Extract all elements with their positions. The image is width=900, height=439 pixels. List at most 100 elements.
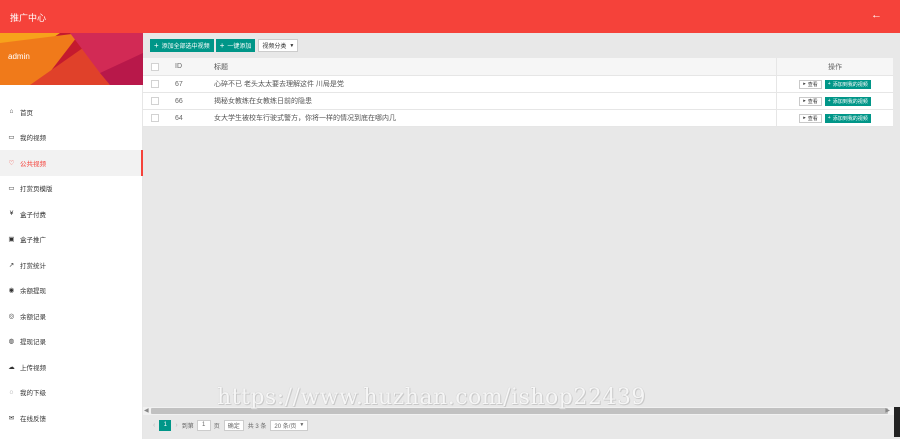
play-icon: ▸ [803, 98, 806, 104]
category-select-label: 视频分类 [262, 44, 287, 50]
view-label: 查看 [807, 115, 818, 122]
sidebar-item-label: 提现记录 [20, 339, 46, 347]
add-selected-button[interactable]: + 添加全部选中视频 [150, 39, 214, 52]
row-checkbox[interactable] [151, 80, 159, 88]
toolbar: + 添加全部选中视频 + 一键添加 视频分类 ▼ [150, 39, 299, 52]
add-selected-label: 添加全部选中视频 [161, 44, 210, 50]
select-all-checkbox[interactable] [151, 62, 159, 71]
sidebar-item-label: 打赏统计 [20, 262, 46, 270]
scroll-left-icon[interactable]: ◀ [144, 407, 149, 414]
sidebar-item[interactable]: ▣ 盒子推广 [0, 227, 142, 253]
sidebar-item[interactable]: ▭ 我的视频 [0, 125, 142, 151]
table-header: ID 标题 操作 [143, 58, 893, 76]
home-icon: ⌂ [9, 108, 14, 116]
sidebar-item[interactable]: ✉ 在线反馈 [0, 405, 142, 431]
record-icon: ◎ [8, 312, 15, 320]
header-ops: 操作 [776, 58, 893, 75]
add-to-my-videos-button[interactable]: + 添加到我的视频 [824, 79, 871, 89]
plus-icon: + [827, 81, 831, 87]
username: admin [8, 52, 30, 61]
goto-label: 到第 [181, 423, 194, 430]
add-label: 添加到我的视频 [832, 115, 868, 122]
video-table: ID 标题 操作 67 心碎不已 老头太太要去理解这件 川局是党 ▸ 查看 + 添加到我的… [143, 58, 893, 127]
sidebar-item[interactable]: ↗ 打赏统计 [0, 252, 142, 278]
main-content: + 添加全部选中视频 + 一键添加 视频分类 ▼ ID 标题 操作 67 心碎不已… [143, 33, 900, 439]
sidebar: admin ⌂ 首页 ▭ 我的视频 ♡ 公共视频 ▭ 打赏页模版 ¥ 盒子付费 ▣ 盒子推广 ↗ 打赏统计… [0, 33, 143, 439]
next-page-icon[interactable]: › [175, 422, 177, 429]
vertical-scrollbar[interactable] [894, 407, 900, 437]
sidebar-item[interactable]: ☁ 上传视频 [0, 354, 142, 380]
sidebar-item[interactable]: ¥ 盒子付费 [0, 201, 142, 227]
play-icon: ▸ [803, 115, 806, 121]
fee-icon: ¥ [9, 210, 14, 218]
sidebar-item[interactable]: ◌ 我的下级 [0, 380, 142, 406]
sidebar-item-label: 上传视频 [20, 364, 46, 372]
current-page[interactable]: 1 [159, 419, 172, 431]
one-click-add-label: 一键添加 [227, 44, 252, 50]
sidebar-item[interactable]: ◉ 余额提现 [0, 278, 142, 304]
sidebar-item-label: 打赏页模版 [20, 186, 53, 194]
sidebar-item-label: 我的下级 [20, 390, 46, 398]
one-click-add-button[interactable]: + 一键添加 [215, 39, 256, 52]
view-button[interactable]: ▸ 查看 [799, 79, 822, 89]
plus-icon: + [154, 41, 159, 50]
category-select[interactable]: 视频分类 ▼ [258, 39, 299, 52]
add-label: 添加到我的视频 [832, 81, 868, 88]
sidebar-item[interactable]: ◎ 余额记录 [0, 303, 142, 329]
caret-down-icon: ▼ [289, 42, 295, 49]
row-title: 心碎不已 老头太太要去理解这件 川局是党 [214, 81, 344, 88]
play-icon: ▸ [803, 81, 806, 87]
sidebar-menu: ⌂ 首页 ▭ 我的视频 ♡ 公共视频 ▭ 打赏页模版 ¥ 盒子付费 ▣ 盒子推广 ↗ 打赏统计 ◉ 余额提现 ◎… [0, 99, 143, 431]
upload-icon: ☁ [8, 363, 15, 371]
caret-down-icon: ▼ [299, 422, 305, 428]
sidebar-item[interactable]: ♡ 公共视频 [0, 150, 143, 176]
page-size-label: 20 条/页 [274, 423, 297, 430]
pagination: ‹ 1 › 到第 1 页 确定 共 3 条 20 条/页 ▼ [149, 419, 309, 431]
sidebar-item-label: 公共视频 [20, 160, 46, 168]
view-label: 查看 [807, 81, 818, 88]
add-to-my-videos-button[interactable]: + 添加到我的视频 [824, 113, 871, 123]
watermark: https://www.huzhan.com/ishop22439 [217, 385, 646, 410]
template-icon: ▭ [8, 185, 15, 193]
table-row: 66 揭秘女教练在女教练日前的隐患 ▸ 查看 + 添加到我的视频 [143, 93, 893, 110]
sidebar-item-label: 首页 [20, 109, 33, 117]
heart-icon: ♡ [8, 159, 15, 167]
user-banner: admin [0, 33, 143, 85]
row-checkbox[interactable] [151, 97, 159, 105]
stats-icon: ↗ [8, 261, 15, 269]
sidebar-item-label: 盒子付费 [20, 211, 46, 219]
prev-page-icon[interactable]: ‹ [153, 422, 155, 429]
video-icon: ▭ [8, 134, 15, 142]
page-size-select[interactable]: 20 条/页 ▼ [270, 419, 309, 431]
plus-icon: + [827, 98, 831, 104]
sidebar-item-label: 余额提现 [20, 288, 46, 296]
plus-icon: + [827, 115, 831, 121]
withdraw-icon: ◉ [8, 287, 15, 295]
view-button[interactable]: ▸ 查看 [799, 113, 822, 123]
row-checkbox[interactable] [151, 114, 159, 122]
sidebar-item-label: 在线反馈 [20, 415, 46, 423]
header-id: ID [175, 63, 182, 70]
row-title: 女大学生被校车行驶式警方，你将一样的情况到底在哪内几 [214, 115, 396, 122]
table-row: 67 心碎不已 老头太太要去理解这件 川局是党 ▸ 查看 + 添加到我的视频 [143, 76, 893, 93]
sidebar-item-label: 我的视频 [20, 135, 46, 143]
scroll-right-icon[interactable]: ▶ [885, 407, 890, 414]
page-unit: 页 [213, 423, 220, 430]
header-title: 标题 [214, 63, 228, 71]
view-label: 查看 [807, 98, 818, 105]
history-icon: ◍ [8, 338, 15, 346]
sidebar-item[interactable]: ⌂ 首页 [0, 99, 142, 125]
page-title: 推广中心 [10, 13, 47, 23]
row-id: 66 [175, 97, 183, 105]
promo-icon: ▣ [8, 236, 15, 244]
add-label: 添加到我的视频 [832, 98, 868, 105]
sidebar-item[interactable]: ▭ 打赏页模版 [0, 176, 142, 202]
sidebar-item-label: 盒子推广 [20, 237, 46, 245]
sidebar-item[interactable]: ◍ 提现记录 [0, 329, 142, 355]
page-input[interactable]: 1 [196, 419, 211, 431]
add-to-my-videos-button[interactable]: + 添加到我的视频 [824, 96, 871, 106]
view-button[interactable]: ▸ 查看 [799, 96, 822, 106]
back-arrow-icon[interactable]: ← [871, 9, 882, 21]
plus-icon: + [219, 41, 225, 50]
confirm-page-button[interactable]: 确定 [223, 419, 244, 431]
